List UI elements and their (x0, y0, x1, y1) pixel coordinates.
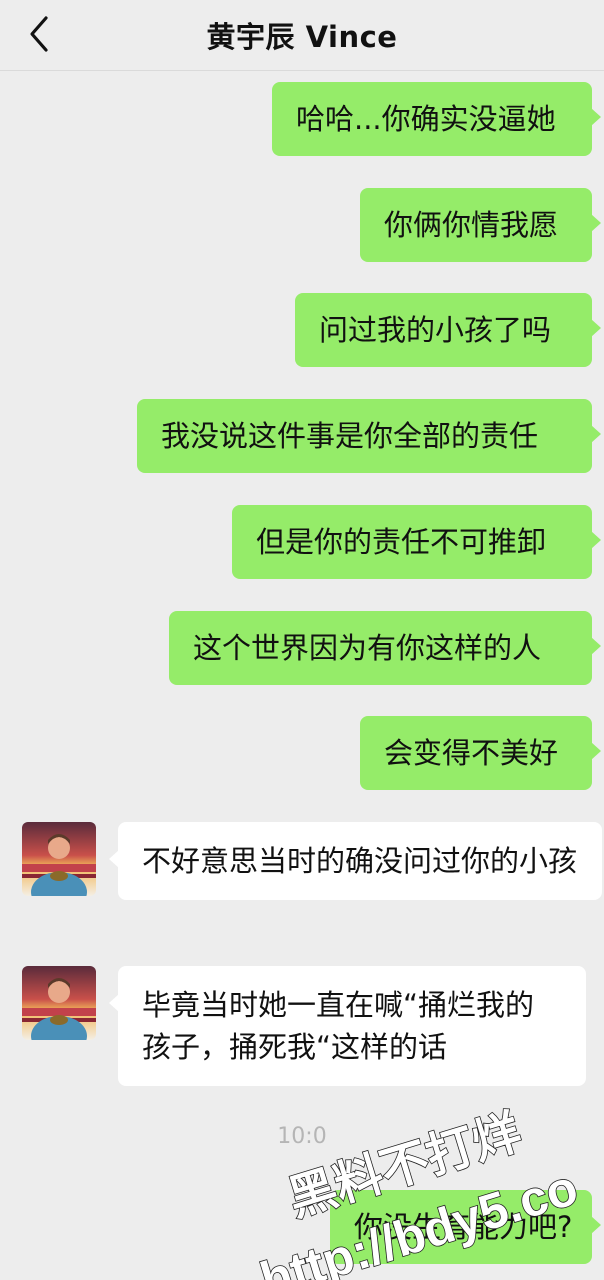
chat-header: 黄宇辰 Vince (0, 0, 604, 71)
person-avatar-icon (22, 834, 96, 896)
contact-avatar[interactable] (22, 966, 96, 1040)
message-bubble-outgoing[interactable]: 会变得不美好 (360, 716, 601, 790)
chat-title: 黄宇辰 Vince (206, 20, 398, 54)
message-bubble-outgoing[interactable]: 问过我的小孩了吗 (295, 293, 601, 367)
message-bubble-outgoing[interactable]: 但是你的责任不可推卸 (232, 505, 601, 579)
message-bubble-outgoing[interactable]: 你没生育能力吧? (330, 1190, 601, 1264)
message-bubble-outgoing[interactable]: 这个世界因为有你这样的人 (169, 611, 601, 685)
message-bubble-outgoing[interactable]: 我没说这件事是你全部的责任 (137, 399, 601, 473)
message-timestamp: 10:0 (277, 1124, 327, 1149)
person-avatar-icon (22, 978, 96, 1040)
contact-avatar[interactable] (22, 822, 96, 896)
message-bubble-incoming[interactable]: 不好意思当时的确没问过你的小孩 (109, 822, 602, 900)
message-bubble-incoming[interactable]: 毕竟当时她一直在喊“捅烂我的孩子，捅死我“这样的话 (109, 966, 586, 1086)
message-bubble-outgoing[interactable]: 哈哈...你确实没逼她 (272, 82, 601, 156)
message-bubble-outgoing[interactable]: 你俩你情我愿 (360, 188, 601, 262)
